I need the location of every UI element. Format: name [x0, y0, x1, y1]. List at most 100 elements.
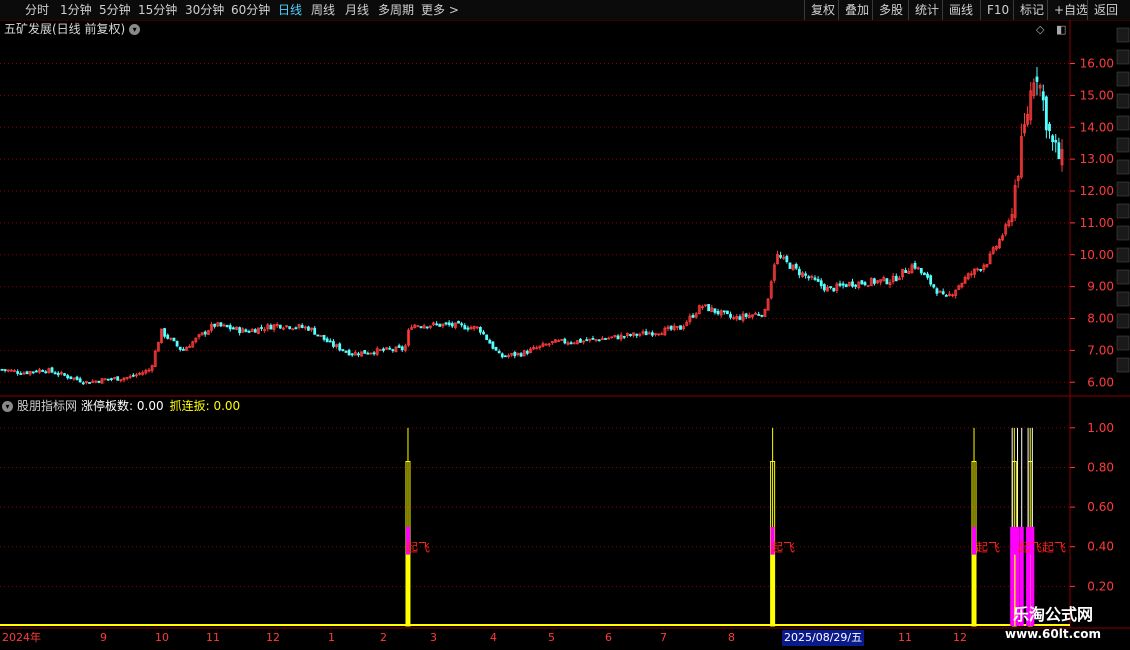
period-tab-10[interactable]: 更多 >	[421, 0, 459, 20]
toolbar-button-6[interactable]: 标记	[1013, 0, 1050, 20]
candle-body	[135, 374, 138, 377]
candle-body	[641, 331, 645, 334]
candle-body	[141, 372, 145, 375]
candle-body	[579, 338, 582, 343]
candle-body	[75, 376, 79, 380]
candle-body	[0, 368, 4, 371]
candle-body	[935, 288, 939, 294]
candle-body	[757, 314, 761, 316]
period-tab-8[interactable]: 月线	[345, 0, 369, 20]
candle-body	[785, 255, 789, 262]
candle-body	[482, 331, 485, 335]
candle-body	[363, 350, 367, 354]
y-tick-label: 6.00	[1087, 375, 1114, 389]
candle-body	[282, 327, 285, 330]
period-tab-1[interactable]: 1分钟	[60, 0, 92, 20]
candle-body	[485, 334, 489, 340]
candle-body	[1013, 185, 1017, 218]
candle-body	[200, 332, 204, 336]
candle-body	[685, 321, 689, 326]
candle-body	[425, 326, 429, 329]
candle-body	[1023, 124, 1026, 134]
indicator-name: 股朋指标网	[17, 399, 78, 413]
toolbar-button-2[interactable]: 多股	[872, 0, 909, 20]
candle-body	[47, 368, 51, 373]
toolbar-button-3[interactable]: 统计	[908, 0, 945, 20]
candle-body	[1019, 136, 1023, 178]
diamond-icon[interactable]: ◇	[1036, 23, 1044, 36]
x-axis-label: 2	[380, 631, 387, 644]
candle-body	[854, 284, 858, 287]
candle-body	[801, 272, 804, 277]
candle-body	[400, 346, 404, 351]
candle-body	[294, 327, 298, 330]
candle-body	[1010, 214, 1014, 223]
candle-body	[247, 330, 251, 333]
side-strip-cell	[1116, 291, 1130, 307]
candle-body	[28, 371, 32, 375]
candle-body	[632, 332, 636, 336]
candle-body	[560, 339, 564, 341]
candle-body	[638, 333, 642, 336]
candle-body	[588, 338, 592, 341]
candle-body	[385, 347, 389, 350]
period-tab-2[interactable]: 5分钟	[99, 0, 131, 20]
candle-body	[704, 304, 707, 307]
period-tab-5[interactable]: 60分钟	[231, 0, 270, 20]
toolbar-button-0[interactable]: 复权	[804, 0, 841, 20]
candle-body	[457, 321, 460, 324]
candle-body	[50, 367, 54, 373]
toolbar-button-5[interactable]: F10	[980, 0, 1015, 20]
candle-body	[901, 268, 904, 278]
candle-body	[882, 277, 886, 282]
candle-body	[138, 372, 141, 375]
candle-body	[388, 347, 392, 350]
candle-body	[382, 348, 385, 351]
candle-body	[866, 285, 870, 287]
candle-body	[438, 323, 442, 327]
window-icon[interactable]: ◧	[1056, 23, 1066, 36]
candle-body	[241, 328, 245, 333]
candle-body	[804, 273, 807, 276]
x-axis-label: 11	[898, 631, 912, 644]
candle-body	[238, 327, 242, 334]
candle-body	[960, 282, 964, 288]
candle-body	[719, 310, 723, 316]
y-tick-label: 8.00	[1087, 312, 1114, 326]
period-tab-6[interactable]: 日线	[278, 0, 302, 20]
period-tab-7[interactable]: 周线	[311, 0, 335, 20]
candle-body	[469, 327, 473, 330]
candle-body	[344, 351, 348, 353]
candle-body	[491, 341, 495, 349]
candle-body	[879, 279, 883, 283]
candle-body	[391, 349, 395, 352]
candle-body	[697, 305, 701, 315]
period-tab-4[interactable]: 30分钟	[185, 0, 224, 20]
chart-area[interactable]: 16.0015.0014.0013.0012.0011.0010.009.008…	[0, 0, 1130, 650]
candle-body	[272, 324, 276, 330]
candle-body	[913, 262, 917, 269]
candle-body	[475, 326, 479, 329]
watermark-title: 乐淘公式网	[1012, 605, 1093, 624]
candle-body	[216, 322, 220, 327]
period-tab-3[interactable]: 15分钟	[138, 0, 177, 20]
period-tab-0[interactable]: 分时	[25, 0, 49, 20]
chevron-down-icon[interactable]: ▾	[2, 401, 13, 412]
candle-body	[357, 353, 360, 356]
toolbar-button-8[interactable]: 返回	[1087, 0, 1124, 20]
period-tab-9[interactable]: 多周期	[378, 0, 414, 20]
candle-body	[944, 294, 948, 297]
candle-body	[575, 340, 579, 345]
toolbar-button-1[interactable]: 叠加	[838, 0, 875, 20]
toolbar-button-4[interactable]: 画线	[942, 0, 979, 20]
candle-body	[1026, 113, 1030, 125]
candle-body	[263, 329, 267, 331]
chevron-down-icon[interactable]: ▾	[129, 24, 141, 35]
signal-annotation: 起飞	[406, 541, 430, 555]
candle-body	[929, 275, 933, 285]
candle-body	[985, 264, 989, 267]
x-axis-label: 3	[430, 631, 437, 644]
candle-body	[88, 382, 91, 384]
candle-body	[116, 376, 120, 381]
candle-body	[635, 333, 639, 336]
